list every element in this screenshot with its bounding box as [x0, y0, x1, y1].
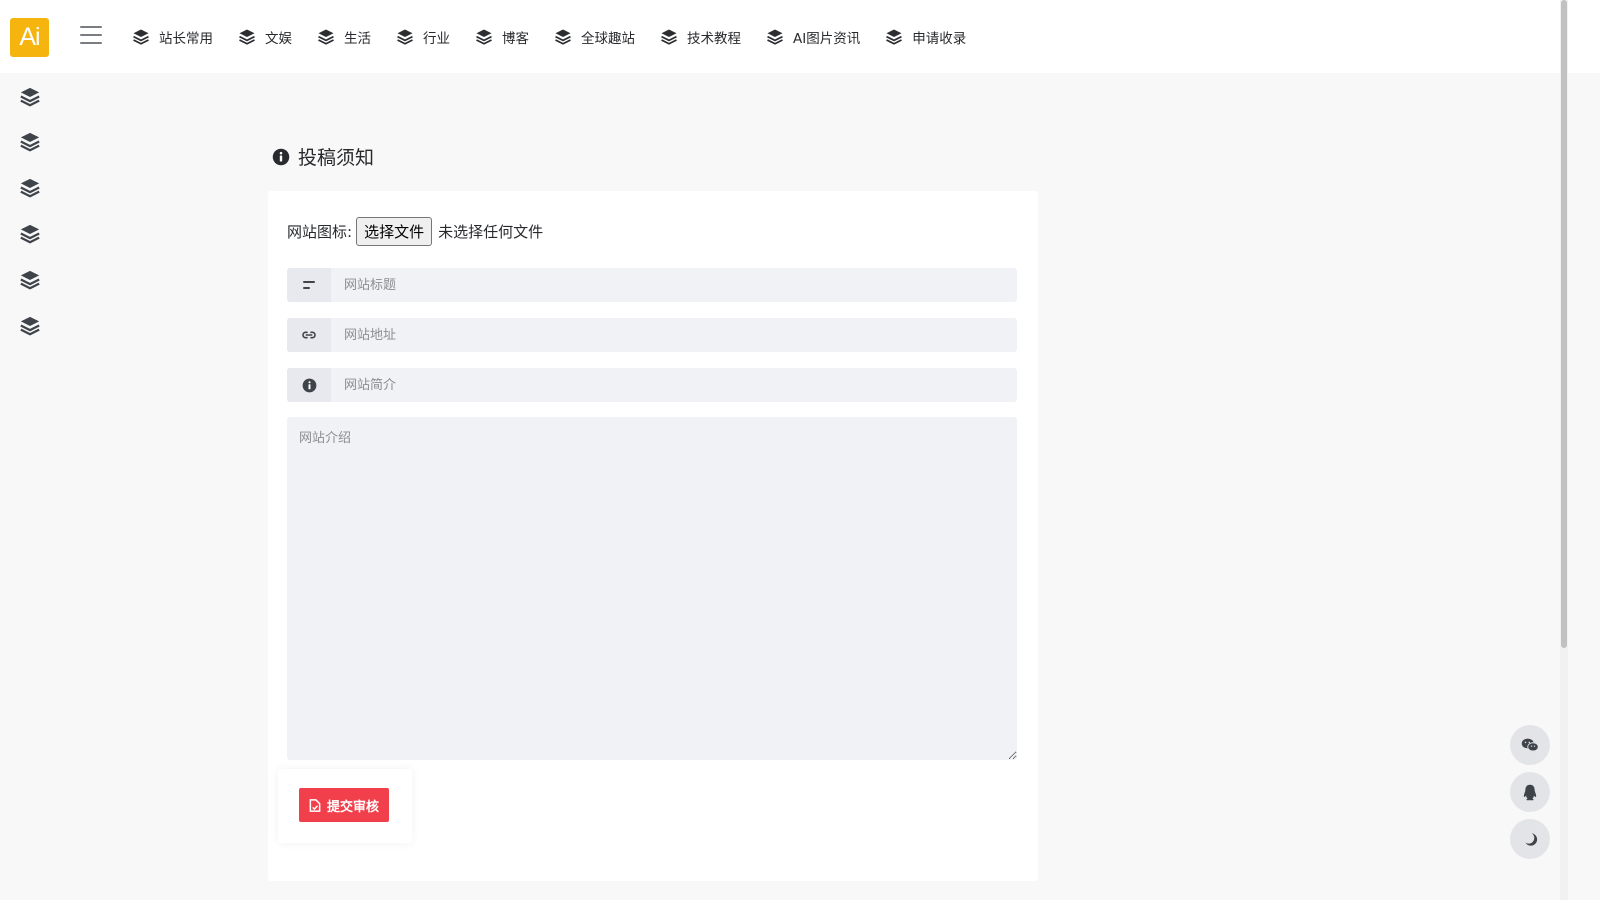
wechat-icon — [1521, 738, 1539, 752]
layers-icon — [20, 178, 40, 198]
file-label: 网站图标: — [287, 223, 353, 241]
nav-label: 全球趣站 — [581, 30, 635, 47]
page-title-text: 投稿须知 — [298, 147, 375, 169]
wechat-button[interactable] — [1510, 725, 1550, 765]
nav-label: 文娱 — [265, 30, 292, 47]
nav-label: 站长常用 — [159, 30, 213, 47]
site-url-group — [287, 318, 1017, 352]
nav-label: AI图片资讯 — [793, 30, 861, 47]
nav-item-hangye[interactable]: 行业 — [386, 27, 460, 47]
sidebar-item-6[interactable] — [19, 315, 41, 337]
left-sidebar — [0, 73, 58, 900]
sidebar-item-2[interactable] — [19, 131, 41, 153]
nav-item-wenyu[interactable]: 文娱 — [228, 27, 302, 47]
link-icon — [287, 318, 331, 352]
layers-icon — [20, 224, 40, 244]
file-check-icon — [309, 798, 321, 812]
nav-label: 行业 — [423, 30, 450, 47]
moon-icon — [1525, 832, 1537, 846]
submit-review-button[interactable]: 提交审核 — [299, 788, 390, 822]
layers-icon — [318, 29, 334, 45]
layers-icon — [20, 316, 40, 336]
nav-item-zhanzhang[interactable]: 站长常用 — [122, 27, 223, 47]
layers-icon — [397, 29, 413, 45]
nav-item-apply[interactable]: 申请收录 — [875, 27, 976, 47]
nav-item-ai-news[interactable]: AI图片资讯 — [756, 27, 870, 47]
page-title: 投稿须知 — [272, 143, 374, 170]
sidebar-item-5[interactable] — [19, 269, 41, 291]
nav-label: 博客 — [502, 30, 529, 47]
site-desc-input[interactable] — [331, 368, 1017, 402]
nav-item-shenghuo[interactable]: 生活 — [307, 27, 381, 47]
layers-icon — [661, 29, 677, 45]
layers-icon — [20, 87, 40, 107]
file-upload-row: 网站图标: 选择文件 未选择任何文件 — [287, 217, 543, 246]
sidebar-item-4[interactable] — [19, 223, 41, 245]
submit-container: 提交审核 — [278, 769, 412, 843]
layers-icon — [239, 29, 255, 45]
info-circle-icon — [272, 148, 290, 165]
layers-icon — [886, 29, 903, 45]
dark-mode-button[interactable] — [1510, 819, 1550, 859]
file-status: 未选择任何文件 — [438, 223, 544, 241]
site-intro-textarea[interactable] — [287, 417, 1017, 760]
qq-button[interactable] — [1510, 772, 1550, 812]
site-desc-group — [287, 368, 1017, 402]
sidebar-item-1[interactable] — [19, 86, 41, 108]
info-circle-icon — [287, 368, 331, 402]
site-logo[interactable]: Ai — [10, 18, 49, 57]
submit-label: 提交审核 — [327, 799, 380, 815]
choose-file-button[interactable]: 选择文件 — [356, 217, 433, 246]
text-align-icon — [287, 268, 331, 302]
nav-item-jishu[interactable]: 技术教程 — [650, 27, 751, 47]
site-title-input[interactable] — [331, 268, 1017, 302]
qq-icon — [1523, 784, 1537, 800]
menu-toggle-icon[interactable] — [80, 26, 102, 46]
nav-label: 生活 — [344, 30, 371, 47]
page-scrollbar[interactable] — [1560, 0, 1568, 900]
layers-icon — [767, 29, 783, 45]
nav-label: 技术教程 — [687, 30, 741, 47]
site-url-input[interactable] — [331, 318, 1017, 352]
layers-icon — [20, 132, 40, 152]
sidebar-item-3[interactable] — [19, 177, 41, 199]
nav-label: 申请收录 — [912, 30, 967, 47]
top-header: Ai 站长常用 文娱 生活 行业 博客 全球趣站 技术教程 AI图片资讯 申请收… — [0, 0, 1600, 73]
submission-form-card: 网站图标: 选择文件 未选择任何文件 提交审核 — [268, 191, 1038, 881]
site-title-group — [287, 268, 1017, 302]
layers-icon — [476, 29, 492, 45]
scrollbar-thumb[interactable] — [1561, 0, 1567, 648]
layers-icon — [555, 29, 571, 45]
top-nav: 站长常用 文娱 生活 行业 博客 全球趣站 技术教程 AI图片资讯 申请收录 — [122, 0, 981, 73]
nav-item-boke[interactable]: 博客 — [465, 27, 539, 47]
nav-item-quanqiu[interactable]: 全球趣站 — [544, 27, 645, 47]
layers-icon — [133, 29, 149, 45]
layers-icon — [20, 270, 40, 290]
